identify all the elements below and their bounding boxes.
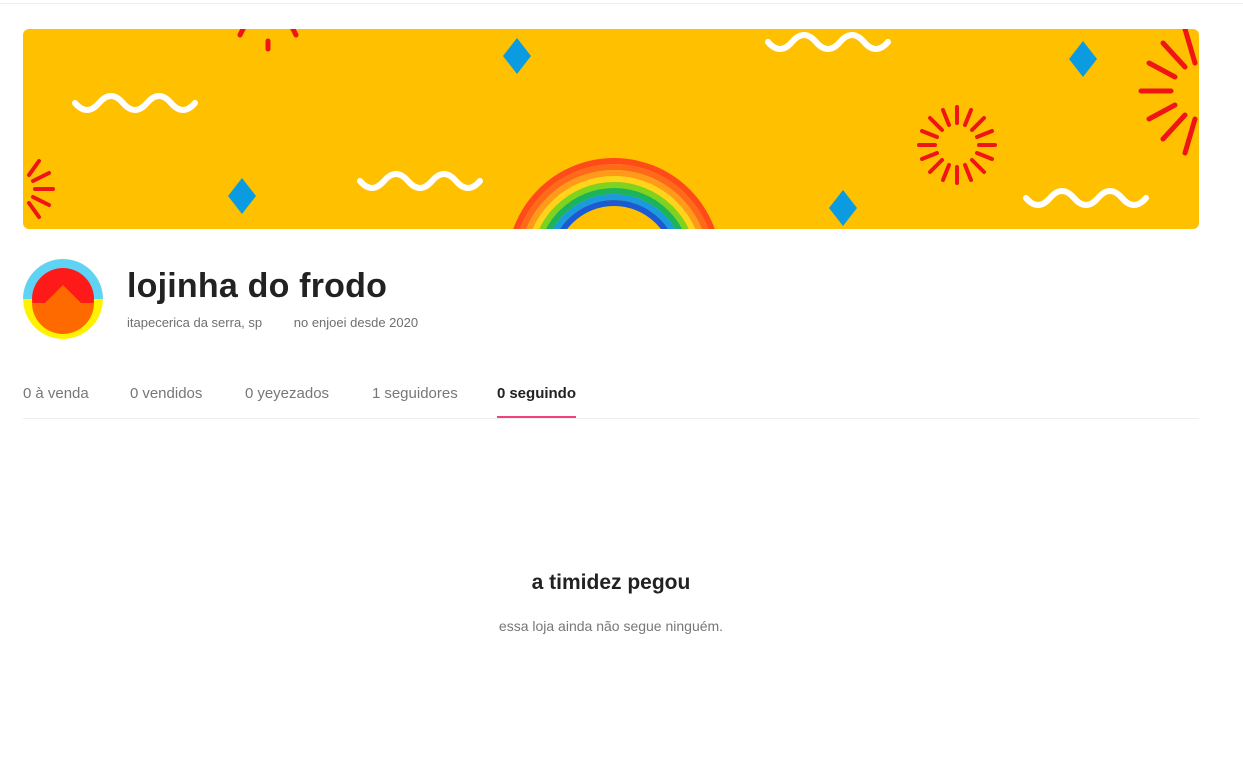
tab-for-sale[interactable]: 0à venda <box>23 380 89 418</box>
tab-count: 0 <box>130 385 139 402</box>
empty-state-title: a timidez pegou <box>531 571 691 594</box>
tab-yeyezados[interactable]: 0 yeyezados <box>245 380 329 418</box>
store-meta: itapecerica da serra, sp no enjoei desde… <box>127 315 418 331</box>
profile-tabs: 0à venda 0 vendidos 0 yeyezados 1 seguidore… <box>23 380 1199 419</box>
profile-banner <box>23 29 1199 229</box>
store-name: lojinha do frodo <box>127 267 388 305</box>
tab-count: 0 <box>497 385 506 402</box>
tab-followers[interactable]: 1 seguidores <box>372 380 458 418</box>
top-divider <box>0 3 1243 4</box>
tab-count: 0 <box>23 385 32 402</box>
tab-count: 1 <box>372 385 381 402</box>
tab-following[interactable]: 0 seguindo <box>497 380 577 418</box>
member-since: no enjoei desde 2020 <box>293 315 419 330</box>
tab-label: vendidos <box>142 385 203 402</box>
tab-count: 0 <box>245 385 254 402</box>
store-avatar-icon[interactable] <box>23 259 103 339</box>
empty-state-subtitle: essa loja ainda não segue ninguém. <box>498 618 724 634</box>
tab-label: yeyezados <box>257 385 330 402</box>
tab-label: seguidores <box>384 385 458 402</box>
tab-label: seguindo <box>509 385 577 402</box>
tab-sold[interactable]: 0 vendidos <box>130 380 202 418</box>
tab-label: à venda <box>35 385 89 402</box>
store-location: itapecerica da serra, sp <box>127 315 263 330</box>
